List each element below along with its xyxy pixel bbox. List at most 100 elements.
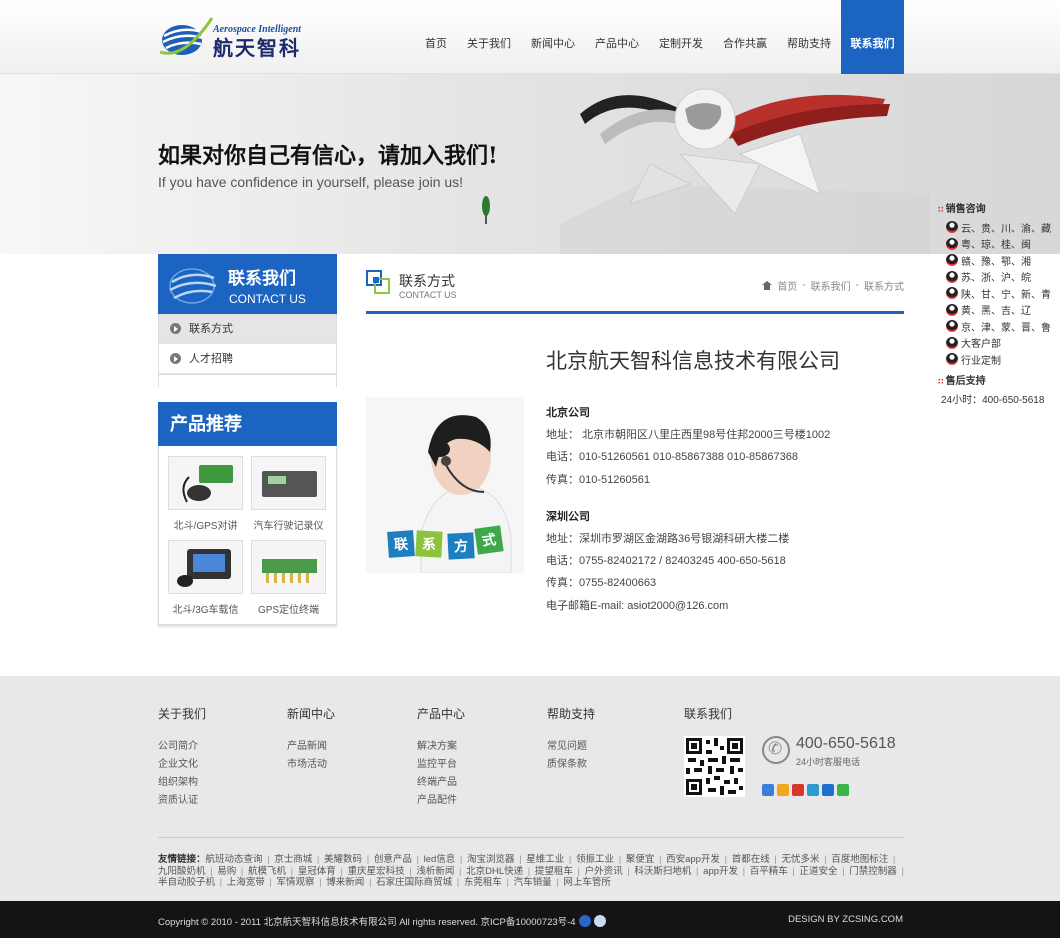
friend-link[interactable]: 网上车管所 <box>563 877 611 888</box>
friend-link[interactable]: 九阳酸奶机 <box>158 866 217 877</box>
friend-link[interactable]: 首都在线 <box>732 854 782 865</box>
qq-label: 黄、黑、吉、辽 <box>961 306 1031 318</box>
friend-link[interactable]: 半自动胶子机 <box>158 877 227 888</box>
product-name: GPS定位终端 <box>257 605 320 616</box>
qq-contact[interactable]: 苏、浙、沪、皖 <box>946 269 1048 286</box>
friend-link[interactable]: 创意产品 <box>374 854 424 865</box>
qq-label: 陕、甘、宁、新、青 <box>961 289 1051 301</box>
footer-link[interactable]: 产品新闻 <box>287 737 335 755</box>
nav-cooperation[interactable]: 合作共赢 <box>713 0 777 74</box>
product-card[interactable]: 北斗/3G车载信 <box>168 540 243 616</box>
sidebar-item-contact[interactable]: 联系方式 <box>159 314 336 344</box>
sidebar-item-jobs[interactable]: 人才招聘 <box>159 344 336 374</box>
support-phone: 24小时：400-650-5618 <box>941 394 1045 406</box>
share-icon[interactable] <box>792 784 804 796</box>
footer-link[interactable]: 产品配件 <box>417 791 465 809</box>
friend-link[interactable]: 提望租车 <box>535 866 585 877</box>
friend-link[interactable]: 上海宽带 <box>227 877 277 888</box>
product-image <box>251 540 326 594</box>
friend-link[interactable]: 重庆星宏科技 <box>348 866 417 877</box>
footer-link[interactable]: 监控平台 <box>417 755 465 773</box>
qq-label: 行业定制 <box>961 355 1001 367</box>
beijing-address: 地址： 北京市朝阳区八里庄西里98号住邦2000三号楼1002 <box>546 429 831 441</box>
product-image <box>168 540 243 594</box>
friend-link[interactable]: 京士商城 <box>274 854 324 865</box>
friend-link[interactable]: 皇冠体育 <box>298 866 348 877</box>
breadcrumb-home[interactable]: 首页 <box>777 278 797 293</box>
friend-link[interactable]: 正道安全 <box>800 866 850 877</box>
contact-section-icon <box>366 270 390 294</box>
qq-contact[interactable]: 赣、豫、鄂、湘 <box>946 252 1048 269</box>
qq-icon <box>946 254 958 267</box>
nav-support[interactable]: 帮助支持 <box>777 0 841 74</box>
nav-custom[interactable]: 定制开发 <box>649 0 713 74</box>
footer-link[interactable]: 企业文化 <box>158 755 206 773</box>
paw-icon[interactable] <box>578 915 591 927</box>
share-icon[interactable] <box>807 784 819 796</box>
logo-globe-icon <box>159 17 214 55</box>
share-icon[interactable] <box>762 784 774 796</box>
friend-link[interactable]: app开发 <box>703 866 750 877</box>
friend-link[interactable]: led信息 <box>424 854 467 865</box>
product-card[interactable]: 北斗/GPS对讲 <box>168 456 243 532</box>
nav-news[interactable]: 新闻中心 <box>521 0 585 74</box>
qq-contact[interactable]: 云、贵、川、渝、藏 <box>946 219 1051 236</box>
friend-link[interactable]: 美耀数码 <box>324 854 374 865</box>
friend-link[interactable]: 聚便宜 <box>626 854 666 865</box>
qq-contact[interactable]: 行业定制 <box>946 351 1048 368</box>
friend-link[interactable]: 浅析新闻 <box>416 866 466 877</box>
friend-link[interactable]: 航模飞机 <box>248 866 298 877</box>
footer-link[interactable]: 公司简介 <box>158 737 206 755</box>
image-label-char: 系 <box>415 530 443 558</box>
beijing-title: 北京公司 <box>546 407 590 419</box>
qq-contact[interactable]: 黄、黑、吉、辽 <box>946 302 1048 319</box>
friend-link[interactable]: 博来新闻 <box>326 877 376 888</box>
qq-contact[interactable]: 大客户部 <box>946 335 1048 352</box>
footer-col-contact: 联系我们 <box>684 705 732 737</box>
qq-label: 粤、琼、桂、闽 <box>961 240 1031 252</box>
footer-link[interactable]: 常见问题 <box>547 737 595 755</box>
friend-link[interactable]: 石家庄国际商贸城 <box>376 877 464 888</box>
friend-link[interactable]: 门禁控制器 <box>849 866 906 877</box>
friend-link[interactable]: 无忧多米 <box>781 854 831 865</box>
footer-link[interactable]: 解决方案 <box>417 737 465 755</box>
friend-link[interactable]: 淘宝浏览器 <box>467 854 526 865</box>
design-credit[interactable]: DESIGN BY ZCSING.COM <box>788 914 903 925</box>
friend-link[interactable]: 东莞租车 <box>464 877 514 888</box>
friend-link[interactable]: 航班动态查询 <box>206 854 275 865</box>
breadcrumb-contact[interactable]: 联系我们 <box>811 278 851 293</box>
share-icon[interactable] <box>822 784 834 796</box>
footer-link[interactable]: 质保条款 <box>547 755 595 773</box>
friend-link[interactable]: 科沃斯扫地机 <box>634 866 703 877</box>
qq-contact[interactable]: 陕、甘、宁、新、青 <box>946 285 1051 302</box>
nav-about[interactable]: 关于我们 <box>457 0 521 74</box>
friend-link[interactable]: 星维工业 <box>526 854 576 865</box>
qq-contact[interactable]: 京、津、蒙、晋、鲁 <box>946 318 1051 335</box>
friend-link[interactable]: 领振工业 <box>576 854 626 865</box>
footer-link[interactable]: 市场活动 <box>287 755 335 773</box>
friend-link[interactable]: 汽车销量 <box>514 877 564 888</box>
logo[interactable]: Aerospace Intelligent 航天智科 <box>158 12 308 62</box>
share-icon[interactable] <box>777 784 789 796</box>
friend-link[interactable]: 北京DHL快递 <box>466 866 535 877</box>
globe-icon[interactable] <box>593 915 606 927</box>
friend-link[interactable]: 百度地图标注 <box>831 854 897 865</box>
support-title: 售后支持 <box>938 372 1048 387</box>
phone-icon <box>762 736 790 764</box>
footer-link[interactable]: 终端产品 <box>417 773 465 791</box>
qq-icon <box>946 336 958 349</box>
friend-link[interactable]: 百平精车 <box>750 866 800 877</box>
share-icon[interactable] <box>837 784 849 796</box>
friend-link[interactable]: 军情观察 <box>277 877 327 888</box>
footer-link[interactable]: 资质认证 <box>158 791 206 809</box>
friend-link[interactable]: 户外资讯 <box>585 866 635 877</box>
nav-contact[interactable]: 联系我们 <box>841 0 904 74</box>
nav-home[interactable]: 首页 <box>415 0 457 74</box>
qq-contact[interactable]: 粤、琼、桂、闽 <box>946 236 1048 253</box>
product-card[interactable]: GPS定位终端 <box>251 540 326 616</box>
friend-link[interactable]: 易购 <box>217 866 248 877</box>
friend-link[interactable]: 西安app开发 <box>666 854 732 865</box>
footer-link[interactable]: 组织架构 <box>158 773 206 791</box>
product-card[interactable]: 汽车行驶记录仪 <box>251 456 326 532</box>
nav-products[interactable]: 产品中心 <box>585 0 649 74</box>
